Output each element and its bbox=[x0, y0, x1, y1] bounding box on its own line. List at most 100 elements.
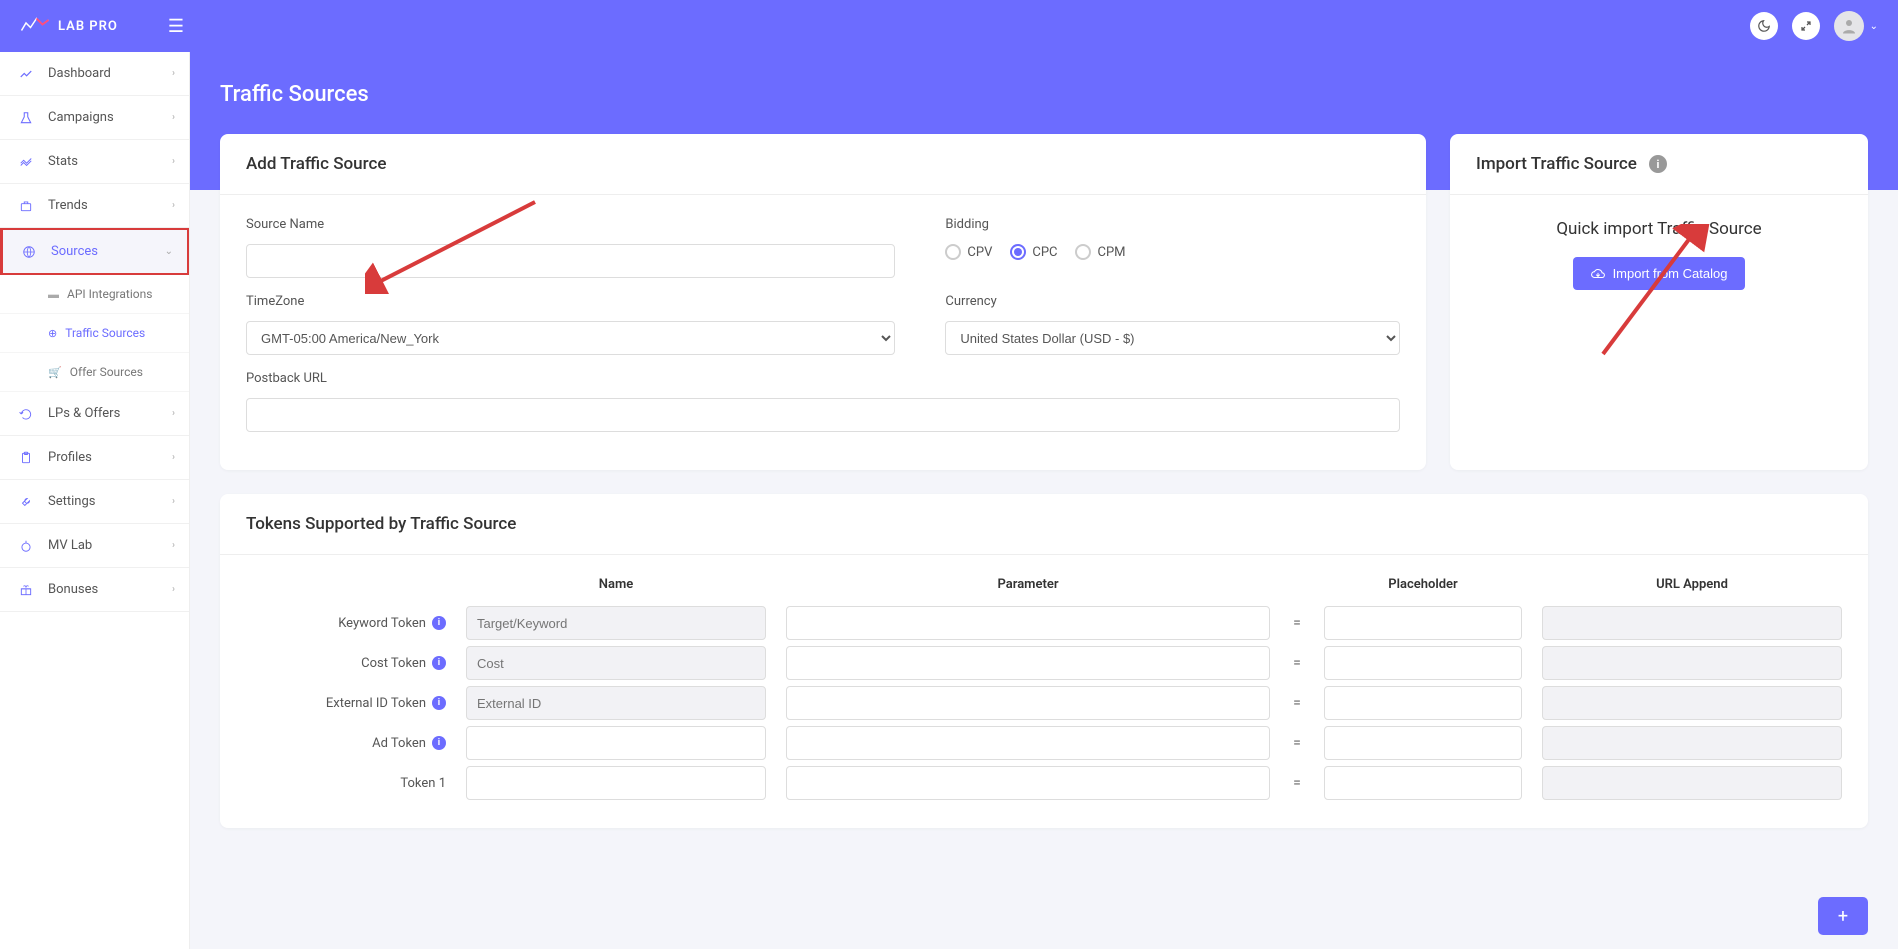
sidebar: Dashboard › Campaigns › Stats › Trends ›… bbox=[0, 52, 190, 949]
token-label: Token 1 bbox=[246, 776, 446, 791]
expand-icon bbox=[1800, 20, 1812, 32]
main-content: Add Traffic Source Source Name Bidding C… bbox=[190, 134, 1898, 858]
add-token-button[interactable]: + bbox=[1818, 897, 1868, 935]
bidding-option-cpv[interactable]: CPV bbox=[945, 244, 992, 260]
info-icon[interactable]: i bbox=[1649, 155, 1667, 173]
bidding-option-cpm[interactable]: CPM bbox=[1075, 244, 1125, 260]
token-name-input[interactable] bbox=[466, 766, 766, 800]
user-menu[interactable]: ⌄ bbox=[1834, 11, 1878, 41]
equals-sign: = bbox=[1290, 695, 1304, 711]
source-name-input[interactable] bbox=[246, 244, 895, 278]
equals-sign: = bbox=[1290, 775, 1304, 791]
token-placeholder-input[interactable] bbox=[1324, 686, 1522, 720]
sidebar-sub-api-integrations[interactable]: ▬ API Integrations bbox=[0, 275, 189, 314]
token-url-append-input bbox=[1542, 686, 1842, 720]
sidebar-item-dashboard[interactable]: Dashboard › bbox=[0, 52, 189, 96]
logo-text: LAB PRO bbox=[58, 19, 118, 34]
sidebar-item-profiles[interactable]: Profiles › bbox=[0, 436, 189, 480]
token-parameter-input[interactable] bbox=[786, 726, 1270, 760]
token-row: Ad Token i = bbox=[246, 726, 1842, 760]
chart-line-icon bbox=[18, 67, 34, 81]
cart-icon: 🛒 bbox=[48, 366, 62, 379]
hamburger-icon[interactable]: ☰ bbox=[168, 16, 184, 37]
token-parameter-input[interactable] bbox=[786, 606, 1270, 640]
source-name-label: Source Name bbox=[246, 217, 895, 232]
card-title: Import Traffic Source bbox=[1476, 154, 1637, 174]
logo[interactable]: LAB PRO bbox=[20, 16, 118, 36]
sidebar-item-sources[interactable]: Sources ⌄ bbox=[0, 228, 189, 275]
token-parameter-input[interactable] bbox=[786, 646, 1270, 680]
sidebar-sub-traffic-sources[interactable]: ⊕ Traffic Sources bbox=[0, 314, 189, 353]
globe-icon: ⊕ bbox=[48, 327, 57, 340]
sidebar-item-campaigns[interactable]: Campaigns › bbox=[0, 96, 189, 140]
token-parameter-input[interactable] bbox=[786, 766, 1270, 800]
sidebar-item-lps-offers[interactable]: LPs & Offers › bbox=[0, 392, 189, 436]
info-icon[interactable]: i bbox=[432, 616, 446, 630]
token-placeholder-input[interactable] bbox=[1324, 766, 1522, 800]
sidebar-item-label: LPs & Offers bbox=[48, 406, 120, 421]
token-label: Keyword Token i bbox=[246, 616, 446, 631]
tokens-card: Tokens Supported by Traffic Source Name … bbox=[220, 494, 1868, 828]
info-icon[interactable]: i bbox=[432, 656, 446, 670]
timezone-label: TimeZone bbox=[246, 294, 895, 309]
cloud-download-icon bbox=[1591, 267, 1605, 281]
token-url-append-input bbox=[1542, 726, 1842, 760]
chevron-right-icon: › bbox=[172, 68, 175, 79]
chevron-right-icon: › bbox=[172, 496, 175, 507]
chevron-down-icon: ⌄ bbox=[165, 246, 173, 257]
chevron-right-icon: › bbox=[172, 408, 175, 419]
sidebar-sub-label: API Integrations bbox=[67, 287, 152, 301]
col-header-name: Name bbox=[466, 577, 766, 592]
user-icon bbox=[1840, 17, 1858, 35]
chevron-right-icon: › bbox=[172, 540, 175, 551]
sidebar-item-bonuses[interactable]: Bonuses › bbox=[0, 568, 189, 612]
info-icon[interactable]: i bbox=[432, 736, 446, 750]
token-placeholder-input[interactable] bbox=[1324, 726, 1522, 760]
trend-icon bbox=[18, 155, 34, 169]
postback-url-input[interactable] bbox=[246, 398, 1400, 432]
beaker-icon bbox=[18, 539, 34, 553]
timezone-select[interactable]: GMT-05:00 America/New_York bbox=[246, 321, 895, 355]
history-icon bbox=[18, 407, 34, 421]
sidebar-item-label: Bonuses bbox=[48, 582, 98, 597]
sidebar-item-trends[interactable]: Trends › bbox=[0, 184, 189, 228]
token-url-append-input bbox=[1542, 646, 1842, 680]
card-title: Tokens Supported by Traffic Source bbox=[220, 494, 1868, 555]
chevron-right-icon: › bbox=[172, 112, 175, 123]
top-header: LAB PRO ☰ ⌄ bbox=[0, 0, 1898, 52]
bidding-option-cpc[interactable]: CPC bbox=[1010, 244, 1057, 260]
token-name-input[interactable] bbox=[466, 726, 766, 760]
briefcase-icon bbox=[18, 199, 34, 213]
sidebar-sub-label: Traffic Sources bbox=[65, 326, 145, 340]
avatar bbox=[1834, 11, 1864, 41]
token-placeholder-input[interactable] bbox=[1324, 606, 1522, 640]
chevron-right-icon: › bbox=[172, 584, 175, 595]
sidebar-item-settings[interactable]: Settings › bbox=[0, 480, 189, 524]
sidebar-item-label: Settings bbox=[48, 494, 95, 509]
sidebar-item-label: Sources bbox=[51, 244, 98, 259]
col-header-parameter: Parameter bbox=[786, 577, 1270, 592]
token-row: External ID Token i = bbox=[246, 686, 1842, 720]
sidebar-item-stats[interactable]: Stats › bbox=[0, 140, 189, 184]
fullscreen-toggle[interactable] bbox=[1792, 12, 1820, 40]
card-title: Add Traffic Source bbox=[220, 134, 1426, 195]
currency-select[interactable]: United States Dollar (USD - $) bbox=[945, 321, 1400, 355]
sidebar-item-label: Profiles bbox=[48, 450, 92, 465]
info-icon[interactable]: i bbox=[432, 696, 446, 710]
token-url-append-input bbox=[1542, 766, 1842, 800]
flask-icon bbox=[18, 111, 34, 125]
sidebar-sub-offer-sources[interactable]: 🛒 Offer Sources bbox=[0, 353, 189, 392]
token-row: Token 1 = bbox=[246, 766, 1842, 800]
token-url-append-input bbox=[1542, 606, 1842, 640]
dark-mode-toggle[interactable] bbox=[1750, 12, 1778, 40]
sidebar-item-label: Dashboard bbox=[48, 66, 111, 81]
token-placeholder-input[interactable] bbox=[1324, 646, 1522, 680]
chevron-right-icon: › bbox=[172, 200, 175, 211]
sidebar-item-label: MV Lab bbox=[48, 538, 92, 553]
token-label: External ID Token i bbox=[246, 696, 446, 711]
token-row: Cost Token i = bbox=[246, 646, 1842, 680]
import-from-catalog-button[interactable]: Import from Catalog bbox=[1573, 257, 1746, 290]
sidebar-item-mvlab[interactable]: MV Lab › bbox=[0, 524, 189, 568]
token-parameter-input[interactable] bbox=[786, 686, 1270, 720]
col-header-placeholder: Placeholder bbox=[1324, 577, 1522, 592]
